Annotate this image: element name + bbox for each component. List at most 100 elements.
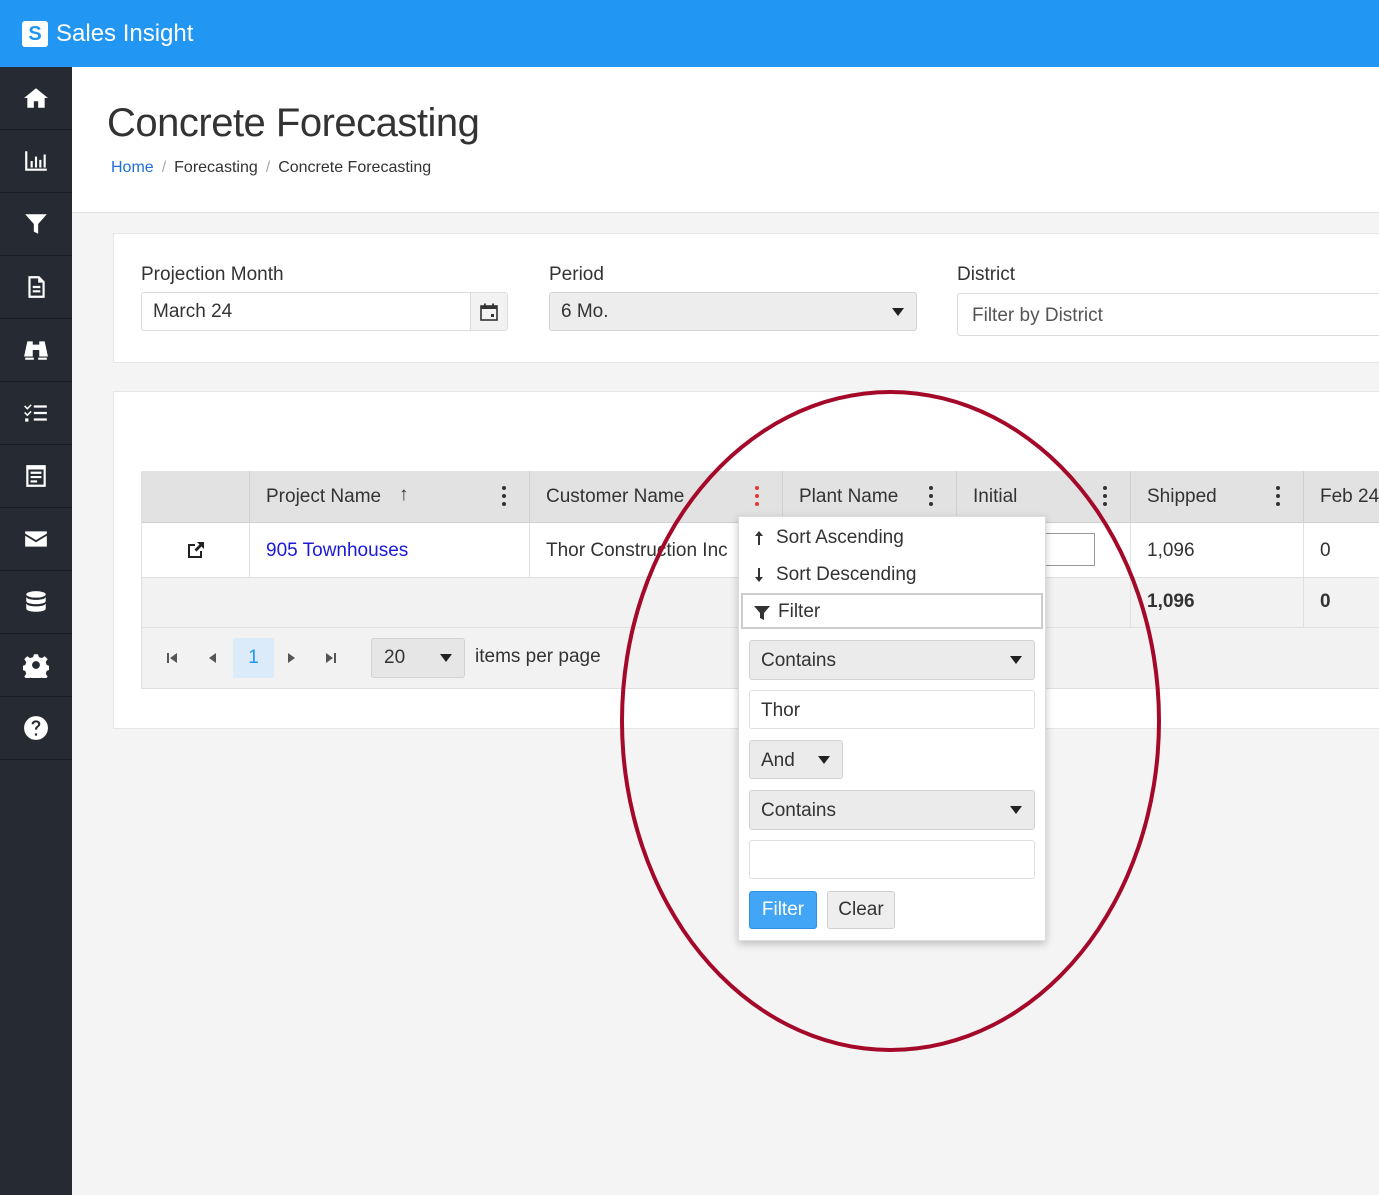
sidebar-item-messages[interactable] [0,508,72,571]
app-logo[interactable]: S [22,20,48,47]
chevron-down-icon [1010,656,1022,664]
feb-24-total: 0 [1320,591,1331,612]
filter-logic-value: And [761,750,795,771]
breadcrumb-home[interactable]: Home [111,159,154,177]
shipped-total: 1,096 [1147,591,1195,612]
column-title: Customer Name [546,486,685,507]
external-link-icon[interactable] [185,539,207,561]
totals-shipped: 1,096 [1131,578,1304,628]
funnel-icon [25,214,47,234]
projection-month-input[interactable]: March 24 [141,292,508,331]
apply-filter-button[interactable]: Filter [749,891,817,929]
sort-ascending-label: Sort Ascending [776,527,904,548]
breadcrumb: Home / Forecasting / Concrete Forecastin… [111,159,431,177]
last-page-icon[interactable] [324,650,338,666]
document-icon [28,276,45,298]
projection-month-value: March 24 [153,301,233,322]
period-value: 6 Mo. [561,301,609,322]
sidebar-item-data[interactable] [0,571,72,634]
next-page-icon[interactable] [285,650,299,666]
chevron-down-icon [440,654,452,662]
sidebar-item-reports[interactable] [0,445,72,508]
sidebar-item-help[interactable] [0,697,72,760]
column-menu-icon[interactable] [929,486,933,506]
app-title[interactable]: Sales Insight [56,20,193,48]
filter-value-2-input[interactable] [749,840,1035,879]
totals-feb-24: 0 [1304,578,1379,628]
filter-item-label: Filter [778,601,821,622]
sort-ascending-item[interactable]: Sort Ascending [739,519,1045,555]
arrow-down-icon [755,568,763,582]
filter-panel: Projection Month March 24 Period 6 Mo. D… [113,233,1379,363]
breadcrumb-separator: / [161,159,167,176]
filter-operator-2-value: Contains [761,800,836,821]
sidebar-item-analytics[interactable] [0,130,72,193]
sort-descending-item[interactable]: Sort Descending [739,556,1045,592]
feb-24-value: 0 [1320,540,1331,561]
breadcrumb-forecasting: Forecasting [174,159,258,176]
table-row-project-name[interactable]: 905 Townhouses [250,523,530,578]
envelope-icon [25,531,47,547]
clear-filter-button[interactable]: Clear [827,891,895,929]
sidebar-item-filter[interactable] [0,193,72,256]
page-title: Concrete Forecasting [107,101,480,145]
calendar-button[interactable] [470,293,507,330]
project-name-link[interactable]: 905 Townhouses [266,540,408,562]
gear-icon [23,654,49,678]
column-header-project-name[interactable]: Project Name ↑ [250,471,530,523]
filter-item[interactable]: Filter [741,593,1043,629]
chevron-down-icon [1010,806,1022,814]
filter-operator-1-select[interactable]: Contains [749,640,1035,680]
column-menu-icon[interactable] [1276,486,1280,506]
page-size-value: 20 [384,647,406,668]
district-placeholder: Filter by District [972,305,1103,326]
sidebar-item-documents[interactable] [0,256,72,319]
page-number-current[interactable]: 1 [233,638,274,678]
column-title: Plant Name [799,486,899,507]
column-header-shipped[interactable]: Shipped [1131,471,1304,523]
filter-value-1-input[interactable]: Thor [749,690,1035,729]
page-size-select[interactable]: 20 [371,638,465,678]
column-menu-icon[interactable] [502,486,506,506]
breadcrumb-current: Concrete Forecasting [278,159,432,176]
projection-month-label: Projection Month [141,264,284,285]
logo-letter: S [28,22,42,45]
home-icon [24,88,48,108]
filter-value-1-text: Thor [761,700,801,721]
page-header: Concrete Forecasting Home / Forecasting … [72,67,1379,213]
funnel-icon [754,606,770,620]
filter-operator-1-value: Contains [761,650,836,671]
column-header-actions [142,471,250,523]
sidebar-item-settings[interactable] [0,634,72,697]
customer-name-value: Thor Construction Inc [546,540,728,561]
calendar-icon [480,303,498,321]
column-menu-icon[interactable] [1103,486,1107,506]
period-label: Period [549,264,604,285]
database-icon [26,591,46,612]
report-icon [26,465,46,487]
filter-logic-select[interactable]: And [749,740,843,779]
help-icon [24,716,48,740]
column-menu-popup: Sort Ascending Sort Descending Filter Co… [738,516,1046,941]
sort-descending-label: Sort Descending [776,564,917,585]
items-per-page-label: items per page [475,646,601,667]
district-filter-input[interactable]: Filter by District [957,293,1379,336]
previous-page-icon[interactable] [205,650,219,666]
sidebar-item-explore[interactable] [0,319,72,382]
filter-operator-2-select[interactable]: Contains [749,790,1035,830]
arrow-up-icon [755,531,763,545]
chevron-down-icon [892,308,904,316]
sidebar-item-tasks[interactable] [0,382,72,445]
column-title: Initial [973,486,1018,507]
bar-chart-icon [25,151,47,171]
period-select[interactable]: 6 Mo. [549,292,917,331]
column-menu-icon[interactable] [755,486,759,506]
column-header-feb-24[interactable]: Feb 24 [1304,471,1379,523]
column-title: Feb 24 [1320,486,1379,507]
first-page-icon[interactable] [165,650,179,666]
table-row-shipped: 1,096 [1131,523,1304,578]
sidebar-item-home[interactable] [0,67,72,130]
top-bar: S Sales Insight [0,0,1379,67]
table-row-action-cell[interactable] [142,523,250,578]
shipped-value: 1,096 [1147,540,1195,561]
